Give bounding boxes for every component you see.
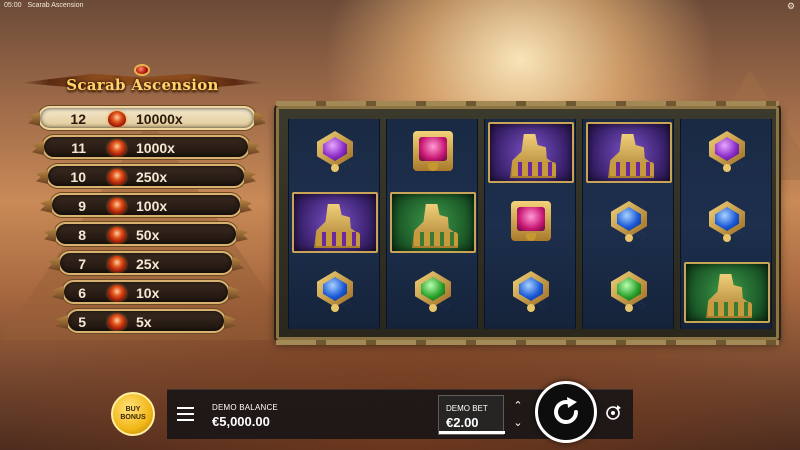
paytable-multiplier: 250x (136, 169, 168, 185)
paytable-row: 9 100x (40, 193, 252, 217)
reel-cell: 𓂀 (485, 119, 577, 186)
bet-value: €2.00 (446, 415, 479, 430)
anubis-icon (390, 192, 476, 253)
scarab-icon (108, 198, 126, 214)
scarab-icon (108, 169, 126, 185)
bet-label: DEMO BET (446, 404, 488, 413)
window-title: Scarab Ascension (27, 2, 84, 9)
reel-cell: 𓂀 (387, 259, 479, 326)
reel-cell: 𓂀 (387, 119, 479, 186)
paytable-level: 5 (78, 314, 86, 330)
paytable-multiplier: 10000x (136, 111, 183, 127)
green-amulet-icon (611, 271, 647, 313)
game-logo-text: Scarab Ascension (66, 76, 219, 94)
scarab-icon (108, 285, 126, 301)
paytable-row: 7 25x (48, 251, 244, 275)
paytable-level: 10 (70, 169, 86, 185)
paytable-row: 12 10000x (28, 106, 266, 130)
paytable-level: 8 (78, 227, 86, 243)
frame-decoration-bottom (276, 340, 779, 345)
blue-amulet-icon (611, 201, 647, 243)
buy-bonus-label-line1: BUY (125, 406, 141, 413)
bet-underline (439, 431, 505, 434)
chevron-down-icon[interactable]: ⌄ (510, 416, 526, 430)
reel-cell: 𓂀 (289, 119, 381, 186)
paytable-row: 8 50x (44, 222, 248, 246)
paytable-level: 12 (70, 111, 86, 127)
paytable-row: 10 250x (36, 164, 256, 188)
paytable-multiplier: 25x (136, 256, 160, 272)
blue-amulet-icon (709, 201, 745, 243)
blue-amulet-icon (513, 271, 549, 313)
paytable-row: 6 10x (52, 280, 240, 304)
reel-cell: 𓂀 (387, 189, 479, 256)
bastet-cat-icon (488, 122, 574, 183)
frame-decoration-top (276, 101, 779, 106)
bastet-cat-icon (292, 192, 378, 253)
paytable-multiplier: 10x (136, 285, 160, 301)
autoplay-icon[interactable] (604, 404, 622, 422)
bet-box[interactable]: DEMO BET €2.00 (438, 395, 505, 435)
paytable-level: 7 (78, 256, 86, 272)
scarab-icon (108, 314, 126, 330)
paytable-multiplier: 5x (136, 314, 152, 330)
reel: 𓂀𓂀𓂀 (484, 119, 576, 329)
reel: 𓂀𓂀𓂀 (582, 119, 674, 329)
reel-cell: 𓂀 (289, 189, 381, 256)
status-bar: 05:00 Scarab Ascension ⚙ (0, 0, 800, 12)
reel: 𓂀𓂀𓂀 (680, 119, 772, 329)
purple-amulet-icon (317, 131, 353, 173)
reel-cell: 𓂀 (485, 259, 577, 326)
green-amulet-icon (415, 271, 451, 313)
reel: 𓂀𓂀𓂀 (386, 119, 478, 329)
paytable-row: 11 1000x (32, 135, 260, 159)
scarab-icon (108, 256, 126, 272)
buy-bonus-button[interactable]: BUY BONUS (111, 392, 155, 436)
reel-cell: 𓂀 (583, 119, 675, 186)
blue-amulet-icon (317, 271, 353, 313)
reel: 𓂀𓂀𓂀 (288, 119, 380, 329)
anubis-icon (684, 262, 770, 323)
reel-frame: 𓂀𓂀𓂀𓂀𓂀𓂀𓂀𓂀𓂀𓂀𓂀𓂀𓂀𓂀𓂀 (276, 101, 779, 345)
reel-cell: 𓂀 (583, 189, 675, 256)
reel-cell: 𓂀 (485, 189, 577, 256)
spin-button[interactable] (535, 381, 597, 443)
paytable-level: 6 (78, 285, 86, 301)
spin-arrow-icon (554, 397, 579, 425)
paytable-multiplier: 100x (136, 198, 168, 214)
chevron-up-icon[interactable]: ⌃ (510, 399, 526, 413)
scarab-gem-icon (134, 64, 150, 76)
scarab-icon (108, 111, 126, 127)
pink-gem-icon (511, 201, 551, 241)
reel-cell: 𓂀 (681, 189, 773, 256)
buy-bonus-label-line2: BONUS (120, 414, 146, 421)
pink-gem-icon (413, 131, 453, 171)
gear-icon[interactable]: ⚙ (786, 1, 796, 11)
reel-cell: 𓂀 (681, 119, 773, 186)
paytable-multiplier: 1000x (136, 140, 175, 156)
paytable-level: 11 (71, 140, 86, 156)
reel-cell: 𓂀 (289, 259, 381, 326)
paytable-level: 9 (78, 198, 86, 214)
reel-cell: 𓂀 (681, 259, 773, 326)
paytable-row: 5 5x (56, 309, 236, 333)
balance-label: DEMO BALANCE (212, 403, 278, 412)
reel-cell: 𓂀 (583, 259, 675, 326)
clock: 05:00 (4, 2, 22, 9)
scarab-icon (108, 140, 126, 156)
hamburger-icon[interactable] (177, 407, 194, 421)
scarab-icon (108, 227, 126, 243)
bastet-cat-icon (586, 122, 672, 183)
purple-amulet-icon (709, 131, 745, 173)
game-logo: Scarab Ascension (20, 64, 265, 100)
paytable-multiplier: 50x (136, 227, 160, 243)
balance-value: €5,000.00 (212, 414, 270, 429)
